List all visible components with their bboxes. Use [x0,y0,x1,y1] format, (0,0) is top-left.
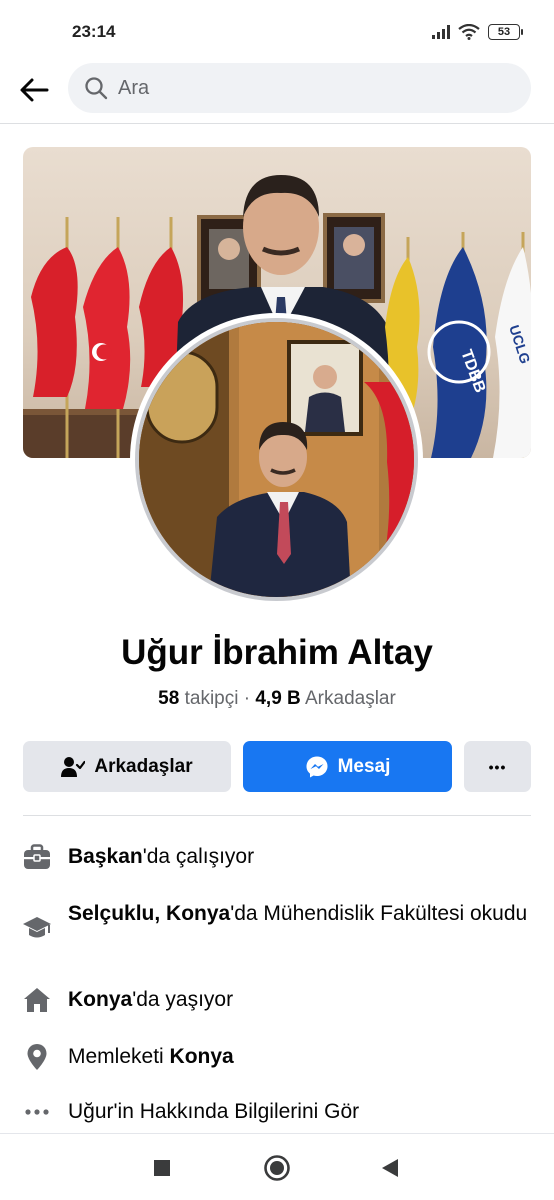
friends-button-label: Arkadaşlar [94,755,193,777]
profile-stats: 58 takipçi · 4,9 B Arkadaşlar [0,688,554,710]
system-nav-bar [0,1133,554,1200]
wifi-icon [458,24,480,40]
info-education-school[interactable]: Selçuklu, Konya [68,902,230,925]
triangle-back-icon [382,1159,398,1177]
home-icon [22,985,52,1015]
battery-icon: 53 [488,24,523,40]
info-work: Başkan'da çalışıyor [0,842,554,872]
more-options-button[interactable]: ••• [464,741,531,792]
more-horizontal-icon [22,1097,52,1127]
graduation-cap-icon [22,913,52,943]
more-dots-icon: ••• [488,758,507,775]
info-lives-rest: 'da yaşıyor [132,988,234,1011]
status-bar: 23:14 53 [0,0,554,62]
message-button[interactable]: Mesaj [243,741,452,792]
info-hometown: Memleketi Konya [0,1042,554,1072]
recents-button[interactable] [148,1154,176,1182]
friends-count: 4,9 B [255,688,301,709]
info-about[interactable]: Uğur'in Hakkında Bilgilerini Gör [0,1097,554,1127]
followers-label[interactable]: takipçi [185,688,239,709]
info-education: Selçuklu, Konya'da Mühendislik Fakültesi… [0,899,554,959]
info-lives-text: Konya'da yaşıyor [68,986,528,1014]
back-nav-button[interactable] [376,1154,404,1182]
info-work-rest: 'da çalışıyor [142,845,255,868]
followers-count: 58 [158,688,180,709]
info-hometown-text: Memleketi Konya [68,1043,528,1071]
home-button[interactable] [263,1154,291,1182]
stats-separator: · [243,688,251,709]
search-icon [84,76,108,100]
info-work-text: Başkan'da çalışıyor [68,843,528,871]
location-pin-icon [22,1042,52,1072]
avatar-image [139,322,414,597]
profile-picture[interactable] [130,313,423,606]
avatar [135,318,418,601]
back-arrow-icon [20,78,49,102]
info-hometown-city[interactable]: Konya [170,1045,234,1068]
info-education-rest: 'da Mühendislik Fakültesi okudu [230,902,528,925]
info-lives: Konya'da yaşıyor [0,985,554,1015]
friends-check-icon [61,756,86,778]
profile-actions: Arkadaşlar Mesaj ••• [23,741,531,792]
info-hometown-prefix: Memleketi [68,1045,170,1068]
briefcase-icon [22,842,52,872]
profile-name: Uğur İbrahim Altay [121,633,433,672]
status-time: 23:14 [72,22,116,41]
message-button-label: Mesaj [337,755,391,777]
info-about-link[interactable]: Uğur'in Hakkında Bilgilerini Gör [68,1098,528,1126]
back-button[interactable] [14,70,54,110]
messenger-icon [305,755,329,779]
search-header: Ara [0,62,554,124]
signal-icon [432,25,450,39]
info-work-employer[interactable]: Başkan [68,845,143,868]
circle-home-icon [264,1155,290,1181]
info-lives-city[interactable]: Konya [68,988,132,1011]
friends-button[interactable]: Arkadaşlar [23,741,231,792]
friends-label[interactable]: Arkadaşlar [305,688,396,709]
info-education-text: Selçuklu, Konya'da Mühendislik Fakültesi… [68,900,528,928]
search-placeholder: Ara [118,76,150,99]
square-icon [154,1160,170,1176]
search-input[interactable]: Ara [68,63,531,113]
divider [23,815,531,816]
status-icons: 53 [432,22,523,42]
